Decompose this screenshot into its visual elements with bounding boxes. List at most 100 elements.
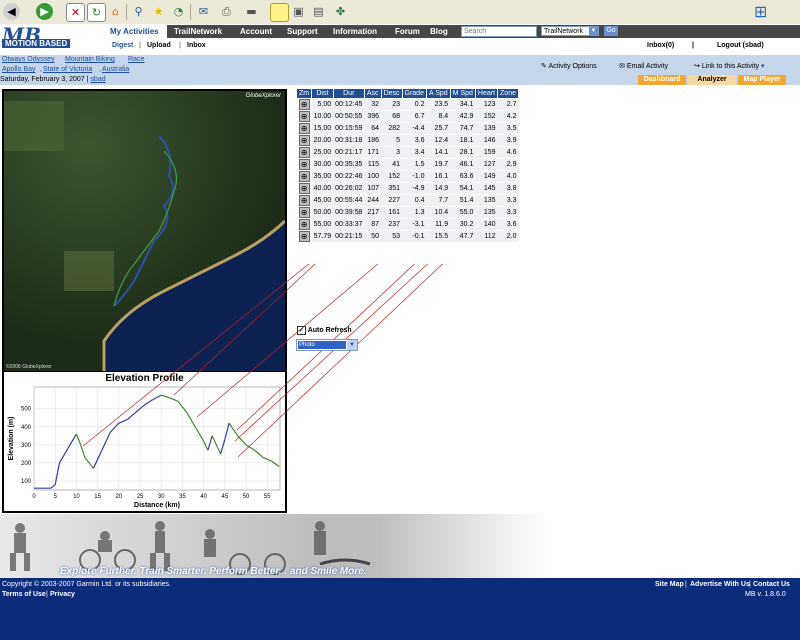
print-icon[interactable]: ⎙ [218, 3, 235, 20]
table-cell: 107 [364, 182, 382, 195]
tab-dashboard[interactable]: Dashboard [638, 75, 686, 85]
column-header[interactable]: Zm [295, 88, 313, 99]
zoom-icon[interactable]: ⊕ [298, 195, 310, 206]
zoom-icon[interactable]: ⊕ [298, 207, 310, 218]
terms-link[interactable]: Terms of Use [2, 591, 46, 598]
nav-my-activities[interactable]: My Activities [107, 25, 167, 38]
nav-support[interactable]: Support [287, 25, 318, 38]
mail-icon[interactable]: ✉ [195, 3, 212, 20]
nav-trailnetwork[interactable]: TrailNetwork [174, 25, 222, 38]
zoom-icon[interactable]: ⊕ [298, 231, 310, 242]
nav-information[interactable]: Information [333, 25, 377, 38]
sitemap-link[interactable]: Site Map [655, 581, 684, 588]
crumb-event[interactable]: Otways Odyssey [2, 56, 55, 63]
table-cell: 3.6 [402, 134, 427, 147]
zoom-icon[interactable]: ⊕ [298, 123, 310, 134]
nav-account[interactable]: Account [240, 25, 272, 38]
research-icon[interactable]: ▤ [310, 3, 327, 20]
messenger-icon[interactable]: ▣ [290, 3, 307, 20]
auto-refresh[interactable]: ✓ Auto Refresh [297, 326, 352, 335]
zoom-icon[interactable]: ⊕ [298, 99, 310, 110]
tool-icon[interactable]: ✤ [332, 3, 349, 20]
table-cell: 3.4 [402, 146, 427, 159]
privacy-link[interactable]: Privacy [50, 591, 75, 598]
home-icon[interactable]: ⌂ [107, 3, 124, 20]
search-icon[interactable]: ⚲ [130, 3, 147, 20]
column-header[interactable]: Zone [497, 88, 519, 99]
table-cell: 282 [381, 122, 403, 135]
table-row: ⊕ 50.00 00:39:58 217 161 1.3 10.4 55.0 135 3.3 [296, 206, 519, 219]
stop-icon[interactable]: ✕ [66, 3, 85, 22]
activity-options[interactable]: ✎ Activity Options [541, 62, 597, 70]
contact-link[interactable]: Contact Us [753, 581, 790, 588]
map-type-select[interactable]: Photo ▼ [296, 339, 358, 351]
crumb-sport[interactable]: Mountain Biking [65, 56, 115, 63]
subnav-digest[interactable]: Digest [112, 42, 133, 49]
x-tick-label: 10 [73, 494, 80, 500]
checkbox-icon[interactable]: ✓ [297, 326, 306, 335]
activity-user[interactable]: sbad [90, 76, 105, 83]
refresh-icon[interactable]: ↻ [87, 3, 106, 22]
tab-analyzer[interactable]: Analyzer [688, 75, 736, 85]
column-header[interactable]: A Spd [425, 88, 451, 99]
x-tick-label: 15 [94, 494, 101, 500]
column-header[interactable]: Asc [363, 88, 382, 99]
history-icon[interactable]: ◔ [170, 3, 187, 20]
forward-icon[interactable]: ▶ [36, 3, 53, 20]
table-cell: 68 [381, 110, 403, 123]
table-cell: 100 [364, 170, 382, 183]
column-header[interactable]: Grade [401, 88, 427, 99]
table-cell: 3.3 [497, 206, 519, 219]
column-header[interactable]: Dist [311, 88, 334, 99]
crumb-country[interactable]: Australia [102, 66, 129, 73]
column-header[interactable]: Heart [474, 88, 499, 99]
column-header[interactable]: M Spd [449, 88, 476, 99]
zoom-icon[interactable]: ⊕ [298, 111, 310, 122]
table-cell: 2.7 [497, 98, 519, 111]
table-cell: 149 [475, 170, 498, 183]
back-icon[interactable]: ◀ [3, 3, 20, 20]
subnav-inbox[interactable]: Inbox [187, 42, 206, 49]
subnav-upload[interactable]: Upload [147, 42, 171, 49]
windows-logo-icon: ⊞ [754, 2, 768, 21]
crumb-city[interactable]: Apollo Bay [2, 66, 35, 73]
zoom-icon[interactable]: ⊕ [298, 147, 310, 158]
nav-forum[interactable]: Forum [395, 25, 420, 38]
zoom-icon[interactable]: ⊕ [298, 219, 310, 230]
favorites-icon[interactable]: ★ [150, 3, 167, 20]
advertise-link[interactable]: Advertise With Us [690, 581, 750, 588]
table-cell: 135 [475, 194, 498, 207]
edit-icon[interactable]: ▬ [243, 3, 260, 20]
table-cell: 00:21:17 [333, 146, 365, 159]
column-header[interactable]: Dur [332, 88, 365, 99]
zoom-icon[interactable]: ⊕ [298, 159, 310, 170]
nav-blog[interactable]: Blog [430, 25, 448, 38]
tab-map-player[interactable]: Map Player [738, 75, 786, 85]
splits-table: Zm Dist Dur Asc Desc Grade A Spd M Spd Heart Zone… [295, 88, 519, 243]
table-cell: -3.1 [402, 218, 427, 231]
table-cell: 3.5 [497, 122, 519, 135]
search-input[interactable] [461, 26, 537, 37]
inbox-count[interactable]: Inbox(0) [647, 42, 674, 49]
satellite-map[interactable]: GlobeXplorer ©2006 GlobeXplorer [4, 91, 285, 371]
zoom-icon[interactable]: ⊕ [298, 171, 310, 182]
logo[interactable]: MB MOTION BASED [2, 25, 71, 48]
search-scope-select[interactable]: TrailNetwork ▼ [541, 26, 599, 36]
table-cell: 3.8 [497, 182, 519, 195]
zoom-icon[interactable]: ⊕ [298, 135, 310, 146]
map-copyright: ©2006 GlobeXplorer [6, 364, 52, 370]
table-cell: 3 [381, 146, 403, 159]
link-activity[interactable]: ↪ Link to this Activity ▾ [694, 62, 765, 70]
go-button[interactable]: Go [604, 26, 618, 36]
zoom-icon[interactable]: ⊕ [298, 183, 310, 194]
notes-icon[interactable] [270, 3, 289, 22]
email-activity[interactable]: ✉ Email Activity [619, 62, 668, 70]
logout-link[interactable]: Logout (sbad) [717, 42, 764, 49]
crumb-state[interactable]: State of Victoria [43, 66, 92, 73]
sub-nav: Digest | Upload | Inbox Inbox(0) | Logou… [107, 39, 800, 55]
crumb-type[interactable]: Race [128, 56, 144, 63]
column-header[interactable]: Desc [380, 88, 403, 99]
table-cell: 46.1 [450, 158, 476, 171]
table-cell: 14.9 [426, 182, 451, 195]
table-cell: 140 [475, 218, 498, 231]
